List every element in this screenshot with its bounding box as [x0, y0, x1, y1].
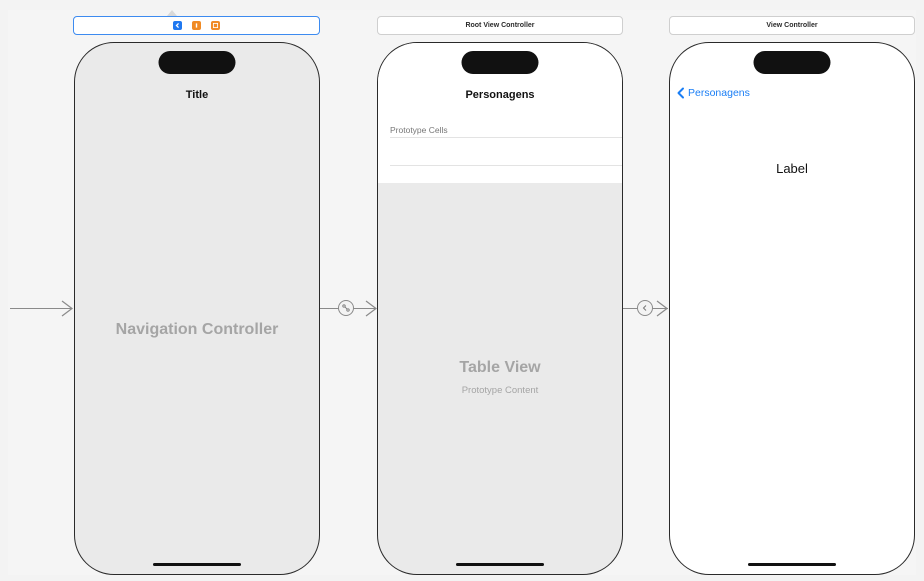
navigation-controller-icon[interactable]	[173, 21, 182, 30]
root-view-controller-phone[interactable]: Personagens Prototype Cells Table View P…	[377, 42, 623, 575]
dynamic-island	[158, 51, 236, 74]
prototype-content-watermark: Prototype Content	[461, 385, 539, 396]
chevron-left-icon	[677, 87, 684, 99]
home-indicator	[748, 563, 836, 566]
storyboard-canvas[interactable]: Root View Controller View Controller Tit…	[0, 0, 924, 581]
navigation-controller-scene-dock[interactable]	[73, 16, 320, 35]
relationship-segue-icon[interactable]	[338, 300, 354, 316]
first-responder-icon[interactable]	[192, 21, 201, 30]
view-controller-scene-dock[interactable]: View Controller	[669, 16, 915, 35]
prototype-cell[interactable]	[378, 138, 622, 165]
table-separator	[390, 165, 622, 166]
dynamic-island	[753, 51, 831, 74]
home-indicator	[153, 563, 241, 566]
entry-point-arrow-icon[interactable]	[60, 300, 74, 317]
exit-icon[interactable]	[211, 21, 220, 30]
home-indicator	[456, 563, 544, 566]
root-view-controller-scene-dock[interactable]: Root View Controller	[377, 16, 623, 35]
segue-arrowhead-icon	[365, 300, 377, 317]
back-button[interactable]: Personagens	[676, 87, 750, 99]
prototype-cells-section-header: Prototype Cells	[390, 125, 448, 135]
scene-watermark: Navigation Controller	[115, 321, 279, 338]
scene-header-label: View Controller	[766, 22, 818, 29]
label[interactable]: Label	[670, 161, 914, 176]
segue-arrowhead-icon	[656, 300, 668, 317]
view-controller-phone[interactable]: Personagens Label	[669, 42, 915, 575]
back-button-label: Personagens	[688, 87, 750, 99]
dynamic-island	[461, 51, 539, 74]
show-segue-icon[interactable]	[637, 300, 653, 316]
navigation-bar-title[interactable]: Title	[75, 89, 319, 101]
scene-header-label: Root View Controller	[465, 22, 535, 29]
navigation-bar-title[interactable]: Personagens	[378, 89, 622, 101]
navigation-controller-phone[interactable]: Title Navigation Controller	[74, 42, 320, 575]
table-view-watermark: Table View	[459, 359, 541, 376]
